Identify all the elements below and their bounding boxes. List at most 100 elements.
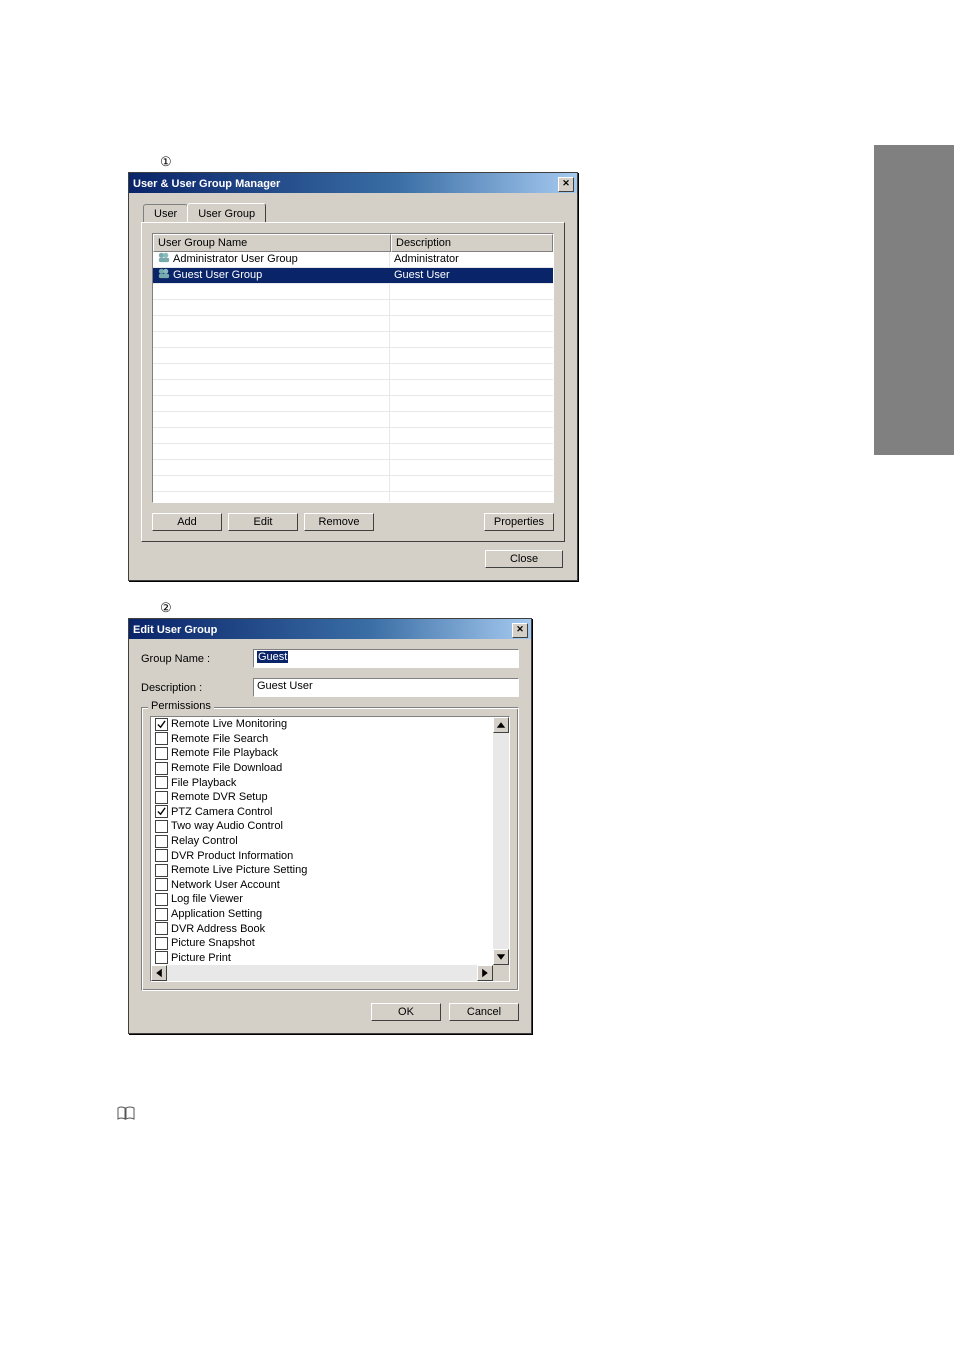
user-group-manager-dialog: User & User Group Manager ✕ User User Gr…	[128, 172, 578, 581]
permission-item[interactable]: Remote File Search	[151, 732, 509, 747]
book-icon	[117, 1106, 135, 1123]
user-group-icon	[157, 252, 171, 267]
permission-label: File Playback	[171, 776, 236, 790]
permission-label: DVR Address Book	[171, 922, 265, 936]
column-header-name[interactable]: User Group Name	[153, 234, 391, 252]
description-input[interactable]: Guest User	[253, 678, 519, 697]
checkbox[interactable]	[155, 791, 168, 804]
permission-item[interactable]: Picture Print	[151, 951, 509, 966]
permission-label: Picture Print	[171, 951, 231, 965]
permission-label: Network User Account	[171, 878, 280, 892]
permission-item[interactable]: DVR Address Book	[151, 921, 509, 936]
scroll-right-icon[interactable]	[477, 965, 493, 981]
vertical-scrollbar[interactable]	[493, 717, 509, 965]
permission-item[interactable]: Two way Audio Control	[151, 819, 509, 834]
permission-item[interactable]: Remote DVR Setup	[151, 790, 509, 805]
permissions-checklist[interactable]: Remote Live MonitoringRemote File Search…	[150, 716, 510, 982]
remove-button[interactable]: Remove	[304, 513, 374, 531]
permission-label: Remote File Search	[171, 732, 268, 746]
checkbox[interactable]	[155, 878, 168, 891]
row-name: Administrator User Group	[173, 252, 298, 267]
listview-header: User Group Name Description	[153, 234, 553, 252]
permission-label: Relay Control	[171, 834, 238, 848]
properties-button[interactable]: Properties	[484, 513, 554, 531]
ok-button[interactable]: OK	[371, 1003, 441, 1021]
tab-panel-usergroup: User Group Name Description Administrato…	[141, 222, 565, 542]
table-row[interactable]: Guest User Group Guest User	[153, 268, 553, 284]
table-row[interactable]: Administrator User Group Administrator	[153, 252, 553, 268]
tab-user-group[interactable]: User Group	[187, 203, 266, 222]
row-name: Guest User Group	[173, 268, 262, 283]
permission-label: Picture Snapshot	[171, 936, 255, 950]
permission-item[interactable]: File Playback	[151, 775, 509, 790]
tab-user[interactable]: User	[143, 204, 188, 223]
permission-label: Two way Audio Control	[171, 819, 283, 833]
tabstrip: User User Group	[143, 203, 565, 222]
scroll-track[interactable]	[493, 733, 509, 949]
checkbox[interactable]	[155, 922, 168, 935]
checkbox[interactable]	[155, 849, 168, 862]
checkbox[interactable]	[155, 893, 168, 906]
titlebar-1[interactable]: User & User Group Manager ✕	[129, 173, 577, 193]
checkbox[interactable]	[155, 820, 168, 833]
marker-1: ①	[160, 154, 172, 170]
side-gray-block	[874, 145, 954, 455]
permission-label: DVR Product Information	[171, 849, 293, 863]
permission-item[interactable]: Remote File Download	[151, 761, 509, 776]
permissions-label: Permissions	[148, 700, 214, 712]
permission-item[interactable]: Remote File Playback	[151, 746, 509, 761]
permission-item[interactable]: Relay Control	[151, 834, 509, 849]
dialog1-title: User & User Group Manager	[133, 178, 280, 190]
permission-item[interactable]: Remote Live Picture Setting	[151, 863, 509, 878]
group-name-label: Group Name :	[141, 653, 253, 665]
row-desc: Guest User	[390, 268, 553, 283]
row-desc: Administrator	[390, 252, 553, 267]
permission-label: Application Setting	[171, 907, 262, 921]
description-label: Description :	[141, 682, 253, 694]
user-group-listview[interactable]: User Group Name Description Administrato…	[152, 233, 554, 503]
cancel-button[interactable]: Cancel	[449, 1003, 519, 1021]
permission-item[interactable]: Picture Snapshot	[151, 936, 509, 951]
permission-item[interactable]: PTZ Camera Control	[151, 805, 509, 820]
dialog2-title: Edit User Group	[133, 624, 217, 636]
checkbox[interactable]	[155, 732, 168, 745]
checkbox[interactable]	[155, 864, 168, 877]
add-button[interactable]: Add	[152, 513, 222, 531]
checkbox[interactable]	[155, 951, 168, 964]
permissions-groupbox: Permissions Remote Live MonitoringRemote…	[141, 707, 519, 991]
permission-label: Remote Live Picture Setting	[171, 863, 307, 877]
titlebar-2[interactable]: Edit User Group ✕	[129, 619, 531, 639]
horizontal-scrollbar[interactable]	[151, 965, 509, 981]
permission-label: Remote DVR Setup	[171, 790, 268, 804]
permission-label: Remote File Playback	[171, 746, 278, 760]
scroll-down-icon[interactable]	[493, 949, 509, 965]
permission-label: Remote Live Monitoring	[171, 717, 287, 731]
checkbox[interactable]	[155, 835, 168, 848]
scroll-up-icon[interactable]	[493, 717, 509, 733]
checkbox[interactable]	[155, 805, 168, 818]
column-header-desc[interactable]: Description	[391, 234, 553, 252]
scroll-track-h[interactable]	[167, 965, 477, 981]
permission-label: PTZ Camera Control	[171, 805, 272, 819]
permission-item[interactable]: Remote Live Monitoring	[151, 717, 509, 732]
marker-2: ②	[160, 600, 172, 616]
permission-item[interactable]: DVR Product Information	[151, 848, 509, 863]
permission-item[interactable]: Application Setting	[151, 907, 509, 922]
permission-item[interactable]: Log file Viewer	[151, 892, 509, 907]
action-button-row: Add Edit Remove Properties	[152, 513, 554, 531]
close-icon[interactable]: ✕	[558, 177, 574, 192]
checkbox[interactable]	[155, 908, 168, 921]
scroll-left-icon[interactable]	[151, 965, 167, 981]
edit-user-group-dialog: Edit User Group ✕ Group Name : Guest Des…	[128, 618, 532, 1034]
close-button[interactable]: Close	[485, 550, 563, 568]
checkbox[interactable]	[155, 762, 168, 775]
checkbox[interactable]	[155, 718, 168, 731]
checkbox[interactable]	[155, 776, 168, 789]
group-name-input[interactable]: Guest	[253, 649, 519, 668]
edit-button[interactable]: Edit	[228, 513, 298, 531]
checkbox[interactable]	[155, 937, 168, 950]
checkbox[interactable]	[155, 747, 168, 760]
close-icon[interactable]: ✕	[512, 623, 528, 638]
permission-item[interactable]: Network User Account	[151, 878, 509, 893]
permission-label: Remote File Download	[171, 761, 282, 775]
